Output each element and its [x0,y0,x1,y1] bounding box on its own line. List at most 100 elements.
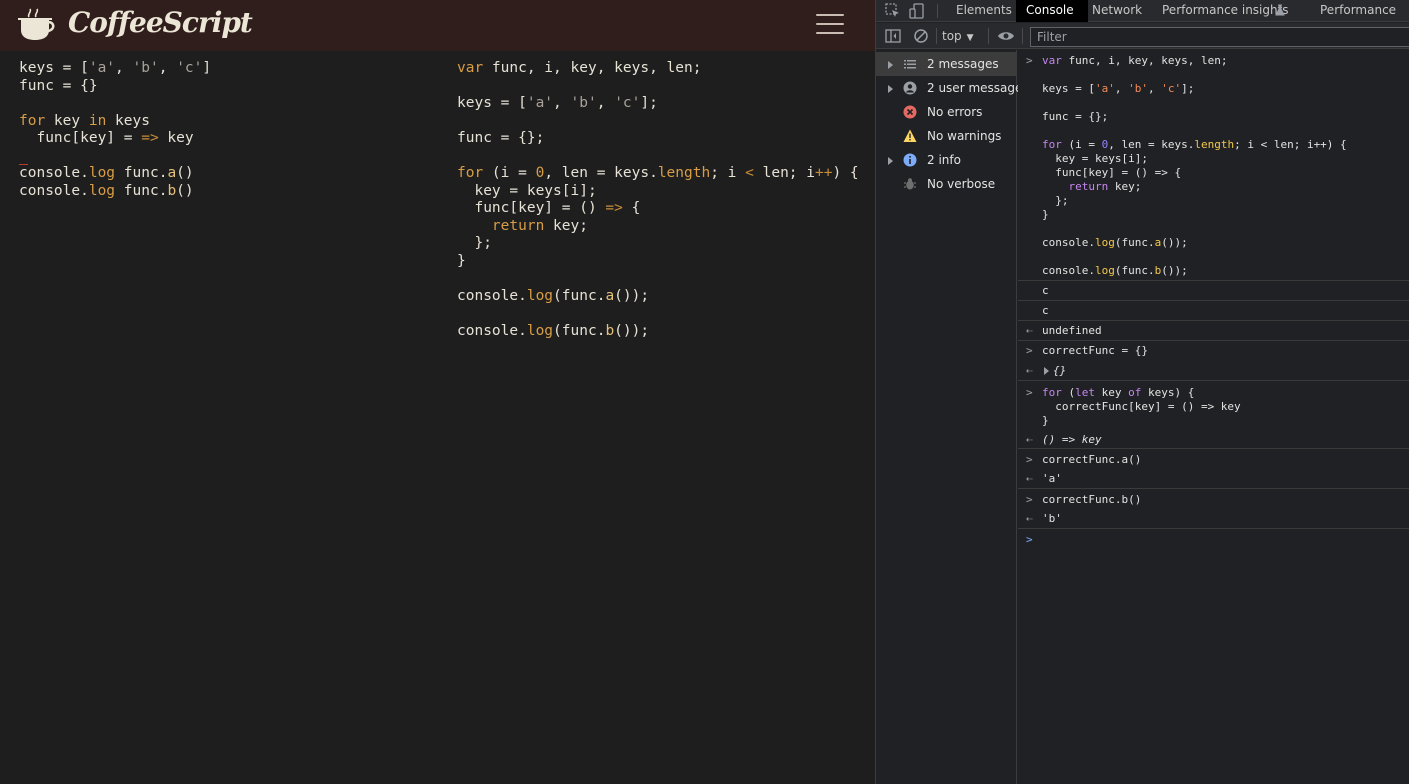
sidebar-item-label: No verbose [927,177,996,191]
compiled-code-line [457,305,867,323]
console-toolbar: top ▼ [876,23,1409,49]
source-code-line: for key in keys [19,112,150,129]
source-code-line: func = {} [19,77,98,94]
result-arrow-icon: ⇠ [1026,324,1033,337]
sidebar-item-label: 2 user messages [927,81,1029,95]
input-prompt-icon: > [1026,453,1033,466]
filter-input[interactable] [1030,27,1409,47]
result-arrow-icon: ⇠ [1026,433,1033,446]
sidebar-item-label: 2 messages [927,57,999,71]
error-icon [903,105,917,119]
console-result-text: 'b' [1042,512,1062,525]
coffeescript-editor[interactable]: keys = ['a', 'b', 'c'] func = {} for key … [19,60,419,200]
brand-logo-text[interactable]: CoffeeScript [68,6,253,39]
compiled-javascript-output: var func, i, key, keys, len; keys = ['a'… [457,60,867,340]
context-selector[interactable]: top ▼ [942,27,974,45]
console-result-text: () => key [1042,433,1102,446]
console-input-code: correctFunc = {} [1042,344,1148,357]
console-log-text: c [1042,304,1049,317]
device-toolbar-icon[interactable] [908,2,926,20]
compiled-code-line: console.log(func.b()); [457,322,650,339]
compiled-code-line [457,270,867,288]
console-input-entry[interactable]: > correctFunc = {} ⇠ {} [1018,341,1409,381]
expand-arrow-icon [888,61,893,69]
console-input-entry[interactable]: > for (let key of keys) { correctFunc[ke… [1018,381,1409,449]
console-result-entry: ⇠ undefined [1018,321,1409,341]
source-code-line: console.log func.a() [19,164,419,183]
compiled-code-line: console.log(func.a()); [457,287,650,304]
prompt-caret-icon: > [1026,533,1033,546]
result-arrow-icon: ⇠ [1026,364,1033,377]
sidebar-item-label: 2 info [927,153,961,167]
result-arrow-icon: ⇠ [1026,472,1033,485]
sidebar-item-warnings[interactable]: No warnings [876,124,1017,148]
tab-network[interactable]: Network [1082,0,1152,22]
console-input-code: correctFunc.b() [1042,493,1142,506]
sidebar-item-user-messages[interactable]: 2 user messages [876,76,1029,100]
console-input-entry[interactable]: > var func, i, key, keys, len; keys = ['… [1018,50,1409,281]
compiled-code-line: var func, i, key, keys, len; [457,60,702,76]
source-code-line [19,95,419,113]
warning-icon [903,129,917,142]
eye-icon[interactable] [997,27,1015,45]
compiled-code-line: for (i = 0, len = keys.length; i < len; … [457,165,859,181]
tab-console[interactable]: Console [1016,0,1088,22]
tab-performance[interactable]: Performance [1310,0,1406,22]
info-icon [903,153,917,167]
compiled-code-line: key = keys[i]; [457,182,597,199]
console-input-entry[interactable]: > correctFunc.b() ⇠ 'b' [1018,489,1409,529]
compiled-code-line: } [457,252,466,269]
console-input-code: var func, i, key, keys, len; keys = ['a'… [1042,54,1347,277]
sidebar-item-messages[interactable]: 2 messages [876,52,1017,76]
site-header: CoffeeScript [0,0,875,51]
context-selector-label: top [942,29,962,43]
source-code-line: keys = ['a', 'b', 'c'] [19,60,212,76]
expand-object-icon[interactable] [1044,367,1049,375]
bug-icon [904,178,916,190]
console-input-entry[interactable]: > correctFunc.a() ⇠ 'a' [1018,449,1409,489]
expand-arrow-icon [888,157,893,165]
inspect-element-icon[interactable] [884,2,902,20]
coffeescript-page: CoffeeScript keys = ['a', 'b', 'c'] func … [0,0,875,784]
devtools-panel: Elements Console Network Performance ins… [875,0,1409,784]
sidebar-item-label: No warnings [927,129,1002,143]
console-input-code: for (let key of keys) { correctFunc[key]… [1042,386,1241,427]
list-icon [904,60,916,69]
compiled-code-line [457,78,867,96]
sidebar-item-label: No errors [927,105,983,119]
hamburger-menu-icon[interactable] [816,14,844,38]
experiment-icon [1275,4,1285,16]
compiled-code-line: func = {}; [457,130,545,146]
console-output: > var func, i, key, keys, len; keys = ['… [1018,50,1409,784]
sidebar-toggle-icon[interactable] [884,27,902,45]
input-prompt-icon: > [1026,344,1033,357]
sidebar-item-errors[interactable]: No errors [876,100,1017,124]
tab-elements[interactable]: Elements [946,0,1022,22]
compiled-code-line: }; [457,235,492,251]
source-code-line: func[key] = => key [19,130,194,146]
input-prompt-icon: > [1026,54,1033,67]
compiled-code-line: func[key] = () => { [457,200,641,216]
result-arrow-icon: ⇠ [1026,512,1033,525]
compiled-code-line [457,113,867,131]
sidebar-item-info[interactable]: 2 info [876,148,1017,172]
input-prompt-icon: > [1026,493,1033,506]
dropdown-arrow-icon: ▼ [966,33,974,43]
console-result-text: undefined [1042,324,1102,337]
clear-console-icon[interactable] [912,27,930,45]
compiled-code-line: keys = ['a', 'b', 'c']; [457,95,658,111]
compiled-code-line [457,148,867,166]
console-log-text: c [1042,284,1049,297]
coffee-cup-logo-icon[interactable] [15,8,55,42]
compiled-code-line: return key; [491,217,588,234]
console-log-entry: c [1018,301,1409,321]
console-result-text[interactable]: {} [1053,364,1066,378]
console-input-code: correctFunc.a() [1042,453,1142,466]
sidebar-item-verbose[interactable]: No verbose [876,172,1017,196]
console-prompt[interactable]: > [1018,529,1409,551]
devtools-tab-bar: Elements Console Network Performance ins… [876,0,1409,22]
expand-arrow-icon [888,85,893,93]
console-sidebar: 2 messages 2 user messages No errors No … [876,50,1029,784]
input-prompt-icon: > [1026,386,1033,399]
user-icon [903,81,917,95]
